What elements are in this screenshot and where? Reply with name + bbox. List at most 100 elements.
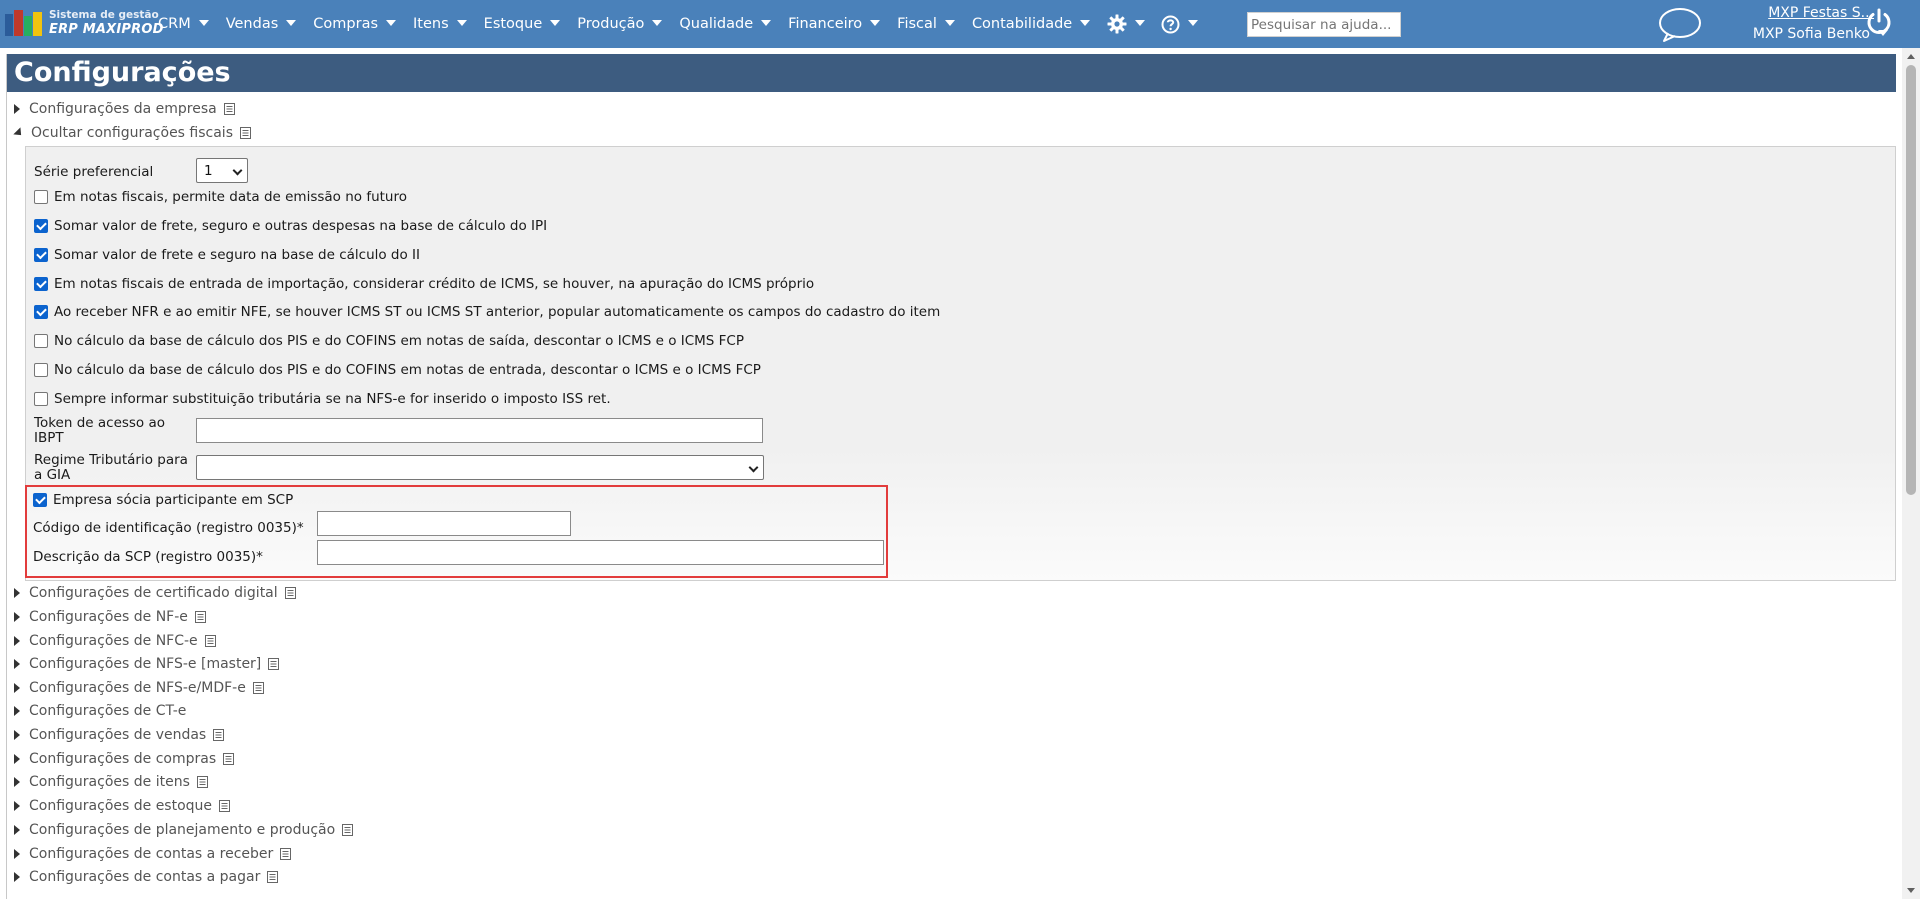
chevron-down-icon xyxy=(286,20,297,26)
section-label: Configurações de NF-e xyxy=(29,609,188,625)
checkbox[interactable] xyxy=(34,334,48,348)
menu-estoque[interactable]: Estoque xyxy=(484,16,561,32)
checkbox-row: Em notas fiscais, permite data de emissã… xyxy=(34,189,407,205)
chevron-down-icon xyxy=(944,20,955,26)
scp-highlight-box: Empresa sócia participante em SCP Código… xyxy=(25,485,888,578)
section-planejamento-producao[interactable]: Configurações de planejamento e produção xyxy=(14,820,354,840)
expand-arrow-icon xyxy=(14,825,20,835)
document-icon[interactable] xyxy=(213,729,225,741)
company-link[interactable]: MXP Festas S... xyxy=(1768,5,1874,21)
expand-arrow-icon xyxy=(14,683,20,693)
menu-qualidade[interactable]: Qualidade xyxy=(679,16,772,32)
menu-financeiro[interactable]: Financeiro xyxy=(788,16,881,32)
section-label: Configurações de certificado digital xyxy=(29,585,278,601)
scp-codigo-input[interactable] xyxy=(317,511,571,536)
section-compras[interactable]: Configurações de compras xyxy=(14,749,235,769)
section-configuracoes-fiscais[interactable]: Ocultar configurações fiscais xyxy=(13,123,251,143)
top-navigation-bar: Sistema de gestão ERP MAXIPROD CRM Venda… xyxy=(0,0,1920,48)
scp-codigo-label: Código de identificação (registro 0035)* xyxy=(33,520,304,536)
document-icon[interactable] xyxy=(252,682,264,694)
help-menu[interactable] xyxy=(1161,15,1199,34)
menu-label: Qualidade xyxy=(679,16,754,32)
page-scrollbar[interactable] xyxy=(1902,48,1920,899)
section-estoque[interactable]: Configurações de estoque xyxy=(14,796,231,816)
expand-arrow-icon xyxy=(14,777,20,787)
regime-gia-select[interactable] xyxy=(196,455,764,480)
menu-producao[interactable]: Produção xyxy=(577,16,663,32)
section-certificado-digital[interactable]: Configurações de certificado digital xyxy=(14,583,296,603)
section-vendas[interactable]: Configurações de vendas xyxy=(14,725,225,745)
document-icon[interactable] xyxy=(194,611,206,623)
menu-label: Fiscal xyxy=(897,16,937,32)
menu-compras[interactable]: Compras xyxy=(313,16,397,32)
section-nfse-master[interactable]: Configurações de NFS-e [master] xyxy=(14,654,280,674)
checkbox[interactable] xyxy=(34,219,48,233)
document-icon[interactable] xyxy=(280,848,292,860)
section-label: Configurações de contas a pagar xyxy=(29,869,261,885)
checkbox-row: Somar valor de frete e seguro na base de… xyxy=(34,247,420,263)
section-itens[interactable]: Configurações de itens xyxy=(14,772,208,792)
expand-arrow-icon xyxy=(14,104,20,114)
settings-menu[interactable] xyxy=(1107,14,1146,34)
checkbox[interactable] xyxy=(34,305,48,319)
section-label: Configurações de itens xyxy=(29,774,190,790)
section-nfce[interactable]: Configurações de NFC-e xyxy=(14,631,216,651)
checkbox[interactable] xyxy=(34,363,48,377)
chat-bubble-icon[interactable] xyxy=(1657,6,1703,44)
checkbox[interactable] xyxy=(34,277,48,291)
scroll-up-icon[interactable] xyxy=(1907,54,1915,59)
document-icon[interactable] xyxy=(204,635,216,647)
checkbox-label: No cálculo da base de cálculo dos PIS e … xyxy=(54,333,745,349)
expand-arrow-icon xyxy=(14,636,20,646)
menu-crm[interactable]: CRM xyxy=(158,16,209,32)
document-icon[interactable] xyxy=(240,127,251,139)
section-label: Configurações de vendas xyxy=(29,727,207,743)
chevron-down-icon xyxy=(652,20,663,26)
section-label: Configurações da empresa xyxy=(29,101,217,117)
scrollbar-thumb[interactable] xyxy=(1906,65,1916,495)
main-menu: CRM Vendas Compras Itens Estoque Produçã… xyxy=(158,0,1214,48)
token-ibpt-input[interactable] xyxy=(196,418,763,443)
document-icon[interactable] xyxy=(223,753,235,765)
section-nfse-mdfe[interactable]: Configurações de NFS-e/MDF-e xyxy=(14,678,264,698)
document-icon[interactable] xyxy=(267,871,279,883)
serie-select[interactable]: 1 xyxy=(196,158,248,183)
expand-arrow-icon xyxy=(14,872,20,882)
document-icon[interactable] xyxy=(196,776,208,788)
menu-label: CRM xyxy=(158,16,191,32)
section-label: Configurações de estoque xyxy=(29,798,213,814)
menu-vendas[interactable]: Vendas xyxy=(226,16,297,32)
document-icon[interactable] xyxy=(268,658,280,670)
help-search-input[interactable] xyxy=(1247,12,1401,37)
document-icon[interactable] xyxy=(223,103,235,115)
document-icon[interactable] xyxy=(284,587,296,599)
section-cte[interactable]: Configurações de CT-e xyxy=(14,701,186,721)
checkbox[interactable] xyxy=(34,248,48,262)
menu-contabilidade[interactable]: Contabilidade xyxy=(971,16,1091,32)
regime-label: Regime Tributário para a GIA xyxy=(34,452,188,483)
scp-descricao-input[interactable] xyxy=(317,540,884,565)
menu-label: Produção xyxy=(577,16,645,32)
document-icon[interactable] xyxy=(342,824,354,836)
logo-mark-icon xyxy=(5,10,43,38)
checkbox[interactable] xyxy=(34,190,48,204)
checkbox-label: No cálculo da base de cálculo dos PIS e … xyxy=(54,362,761,378)
scroll-down-icon[interactable] xyxy=(1907,888,1915,893)
section-contas-receber[interactable]: Configurações de contas a receber xyxy=(14,844,292,864)
scp-checkbox[interactable] xyxy=(33,493,47,507)
app-logo[interactable]: Sistema de gestão ERP MAXIPROD xyxy=(5,7,163,41)
section-contas-pagar[interactable]: Configurações de contas a pagar xyxy=(14,867,279,887)
section-label: Configurações de NFS-e [master] xyxy=(29,656,262,672)
menu-itens[interactable]: Itens xyxy=(413,16,467,32)
checkbox[interactable] xyxy=(34,392,48,406)
menu-fiscal[interactable]: Fiscal xyxy=(897,16,955,32)
serie-value: 1 xyxy=(204,162,213,179)
token-label: Token de acesso ao IBPT xyxy=(34,415,166,446)
expand-arrow-icon xyxy=(14,706,20,716)
power-icon[interactable] xyxy=(1864,7,1894,37)
checkbox-row: Ao receber NFR e ao emitir NFE, se houve… xyxy=(34,304,940,320)
section-nfe[interactable]: Configurações de NF-e xyxy=(14,607,206,627)
section-configuracoes-empresa[interactable]: Configurações da empresa xyxy=(14,99,235,119)
document-icon[interactable] xyxy=(219,800,231,812)
menu-label: Contabilidade xyxy=(971,16,1073,32)
